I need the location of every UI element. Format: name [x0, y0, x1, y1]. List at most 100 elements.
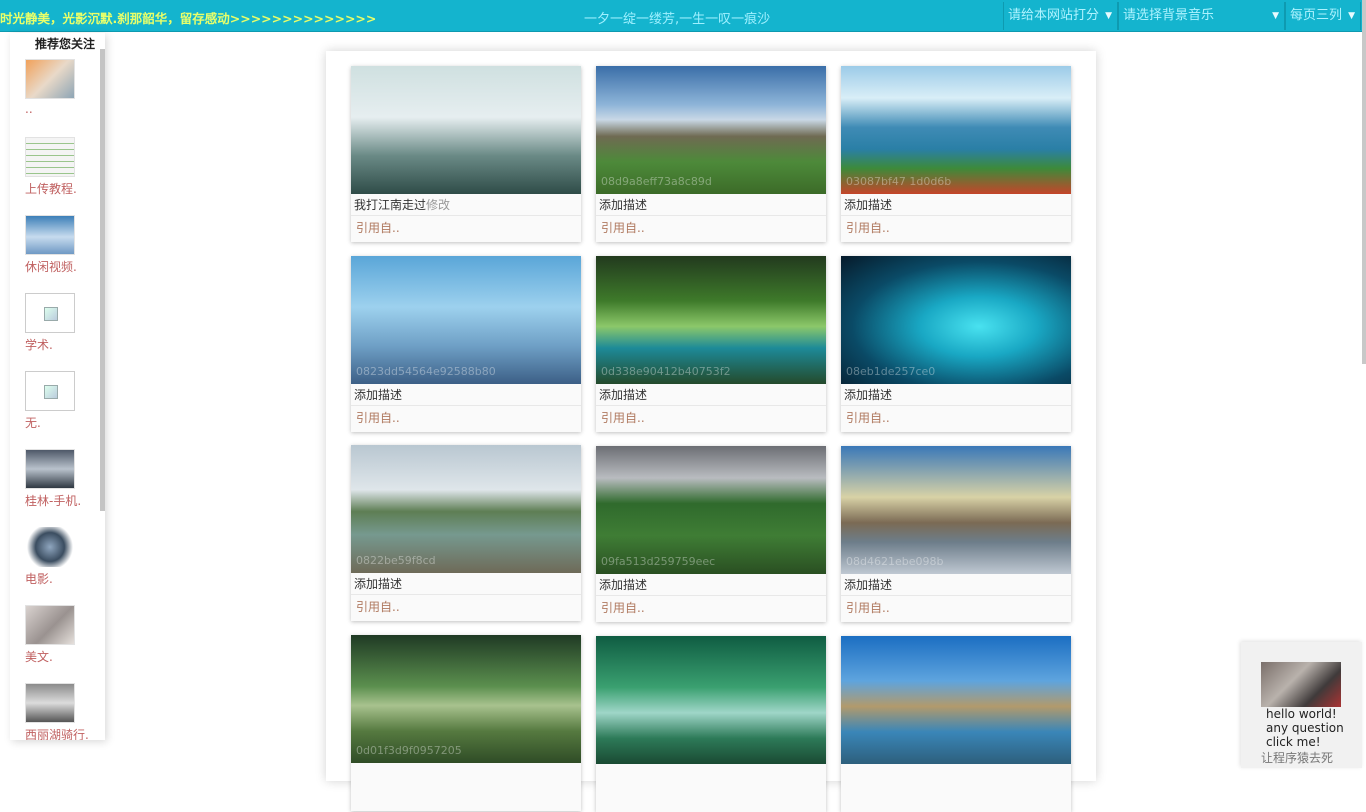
sidebar-item-label[interactable]: 桂林-手机. — [25, 492, 95, 509]
sidebar-thumbnail[interactable] — [25, 683, 75, 723]
sidebar-item[interactable]: 学术. — [25, 293, 95, 353]
sidebar-item-label[interactable]: 电影. — [25, 570, 95, 587]
chat-widget[interactable]: hello world! any question click me! 让程序猿… — [1241, 642, 1362, 768]
page-scrollbar[interactable] — [1362, 0, 1366, 364]
sidebar-thumbnail[interactable] — [25, 137, 75, 177]
recommend-sidebar: 推荐您关注 .. 上传教程. 休闲视频. 学术. 无. 桂林-手机. 电影. 美… — [10, 33, 105, 740]
chat-line[interactable]: any question — [1266, 721, 1344, 735]
quote-link[interactable]: 引用自.. — [841, 216, 1071, 240]
quote-link[interactable]: 引用自.. — [351, 216, 581, 240]
sidebar-item-label[interactable]: 学术. — [25, 336, 95, 353]
sidebar-item[interactable]: 上传教程. — [25, 137, 95, 197]
top-bar: 时光静美，光影沉默.刹那韶华，留存感动>>>>>>>>>>>>>> 一夕一绽一缕… — [0, 0, 1362, 32]
photo-code: 08d9a8eff73a8c89d — [601, 175, 712, 188]
photo-card: 03087bf47 1d0d6b 添加描述 引用自.. — [841, 66, 1071, 242]
rate-site-select-label: 请给本网站打分 — [1008, 8, 1100, 23]
photo-code: 0823dd54564e92588b80 — [356, 365, 496, 378]
chat-footer: 让程序猿去死 — [1261, 751, 1334, 765]
photo-card: 0822be59f8cd 添加描述 引用自.. — [351, 445, 581, 621]
quote-link[interactable]: 引用自.. — [841, 596, 1071, 620]
sidebar-item-label[interactable]: .. — [25, 102, 95, 116]
photo-image[interactable]: 0d01f3d9f0957205 — [351, 635, 581, 763]
photo-card: 08d4621ebe098b 添加描述 引用自.. — [841, 446, 1071, 622]
columns-select[interactable]: 每页三列 ▼ — [1285, 2, 1361, 30]
columns-select-label: 每页三列 — [1290, 8, 1343, 23]
broken-image-icon[interactable] — [25, 371, 75, 411]
photo-card: 08d9a8eff73a8c89d 添加描述 引用自.. — [596, 66, 826, 242]
sidebar-item[interactable]: 休闲视频. — [25, 215, 95, 275]
photo-image[interactable]: 09fa513d259759eec — [596, 446, 826, 574]
photo-card: 08eb1de257ce0 添加描述 引用自.. — [841, 256, 1071, 432]
sidebar-item-label[interactable]: 休闲视频. — [25, 258, 95, 275]
photo-image[interactable]: 0823dd54564e92588b80 — [351, 256, 581, 384]
photo-image[interactable]: 0d338e90412b40753f2 — [596, 256, 826, 384]
quote-link[interactable]: 引用自.. — [841, 406, 1071, 430]
sidebar-item[interactable]: 西丽湖骑行. — [25, 683, 95, 740]
music-select-label: 请选择背景音乐 — [1123, 8, 1215, 23]
photo-card: 0d338e90412b40753f2 添加描述 引用自.. — [596, 256, 826, 432]
photo-code: 08eb1de257ce0 — [846, 365, 936, 378]
photo-code: 09fa513d259759eec — [601, 555, 716, 568]
quote-link[interactable]: 引用自.. — [596, 596, 826, 620]
rate-site-select[interactable]: 请给本网站打分 ▼ — [1003, 2, 1118, 30]
photo-image[interactable]: 0822be59f8cd — [351, 445, 581, 573]
sidebar-item-label[interactable]: 无. — [25, 414, 95, 431]
music-select[interactable]: 请选择背景音乐 ▼ — [1118, 2, 1285, 30]
chat-line[interactable]: click me! — [1266, 735, 1321, 749]
photo-image[interactable] — [841, 636, 1071, 764]
quote-link[interactable]: 引用自.. — [596, 406, 826, 430]
site-slogan: 一夕一绽一缕芳,一生一叹一痕沙 — [584, 12, 771, 27]
photo-gallery: 我打江南走过修改 引用自.. 08d9a8eff73a8c89d 添加描述 引用… — [326, 51, 1096, 812]
photo-card: 我打江南走过修改 引用自.. — [351, 66, 581, 242]
photo-image[interactable]: 03087bf47 1d0d6b — [841, 66, 1071, 194]
photo-description: 添加描述 — [596, 574, 826, 596]
sidebar-item-label[interactable]: 上传教程. — [25, 180, 95, 197]
photo-image[interactable]: 08eb1de257ce0 — [841, 256, 1071, 384]
photo-description-text[interactable]: 添加描述 — [844, 388, 892, 402]
quote-link[interactable]: 引用自.. — [596, 216, 826, 240]
photo-code: 03087bf47 1d0d6b — [846, 175, 952, 188]
chevron-down-icon: ▼ — [1272, 11, 1279, 21]
sidebar-item-label[interactable]: 美文. — [25, 648, 95, 665]
photo-card: 0d01f3d9f0957205 — [351, 635, 581, 811]
chevron-down-icon: ▼ — [1348, 11, 1355, 21]
photo-description-text[interactable]: 添加描述 — [354, 388, 402, 402]
sidebar-thumbnail[interactable] — [25, 527, 75, 567]
photo-description: 添加描述 — [596, 384, 826, 406]
quote-link[interactable]: 引用自.. — [351, 595, 581, 619]
quote-link[interactable]: 引用自.. — [351, 406, 581, 430]
photo-description-text[interactable]: 添加描述 — [844, 198, 892, 212]
photo-description-text[interactable]: 添加描述 — [599, 198, 647, 212]
photo-description-text[interactable]: 添加描述 — [599, 388, 647, 402]
photo-code: 0822be59f8cd — [356, 554, 436, 567]
sidebar-item[interactable]: 电影. — [25, 527, 95, 587]
sidebar-item[interactable]: .. — [25, 59, 95, 116]
sidebar-thumbnail[interactable] — [25, 605, 75, 645]
photo-description-text[interactable]: 添加描述 — [354, 577, 402, 591]
chat-avatar[interactable] — [1261, 662, 1341, 707]
sidebar-scrollbar[interactable] — [100, 49, 105, 511]
sidebar-item-label[interactable]: 西丽湖骑行. — [25, 726, 95, 740]
broken-image-icon[interactable] — [25, 293, 75, 333]
photo-description: 添加描述 — [596, 194, 826, 216]
photo-description-text[interactable]: 添加描述 — [844, 578, 892, 592]
sidebar-item[interactable]: 美文. — [25, 605, 95, 665]
chat-line[interactable]: hello world! — [1266, 707, 1337, 721]
photo-description: 添加描述 — [841, 194, 1071, 216]
marquee-text: 时光静美，光影沉默.刹那韶华，留存感动>>>>>>>>>>>>>> — [0, 11, 377, 26]
photo-image[interactable] — [596, 636, 826, 764]
photo-image[interactable]: 08d4621ebe098b — [841, 446, 1071, 574]
edit-link[interactable]: 修改 — [426, 198, 450, 212]
sidebar-thumbnail[interactable] — [25, 215, 75, 255]
photo-description: 添加描述 — [841, 574, 1071, 596]
sidebar-item[interactable]: 桂林-手机. — [25, 449, 95, 509]
photo-description-text[interactable]: 添加描述 — [599, 578, 647, 592]
photo-image[interactable]: 08d9a8eff73a8c89d — [596, 66, 826, 194]
sidebar-thumbnail[interactable] — [25, 59, 75, 99]
photo-card: 0823dd54564e92588b80 添加描述 引用自.. — [351, 256, 581, 432]
photo-image[interactable] — [351, 66, 581, 194]
photo-description: 我打江南走过修改 — [351, 194, 581, 216]
photo-description-text[interactable]: 我打江南走过 — [354, 198, 426, 212]
sidebar-item[interactable]: 无. — [25, 371, 95, 431]
sidebar-thumbnail[interactable] — [25, 449, 75, 489]
